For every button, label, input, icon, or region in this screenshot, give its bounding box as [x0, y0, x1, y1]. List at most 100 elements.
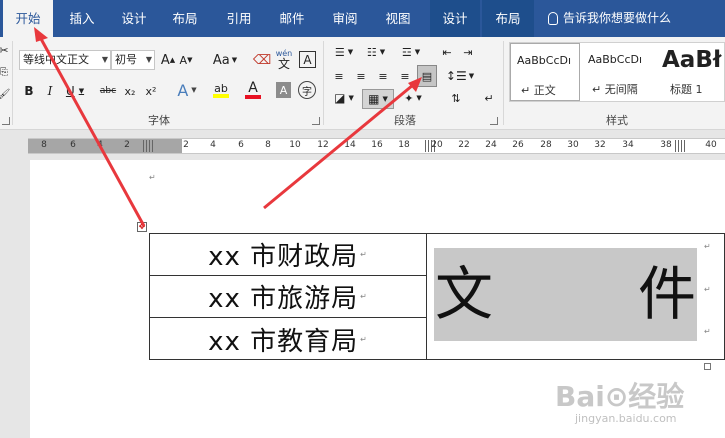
numbered-list-icon: ☷	[366, 45, 377, 59]
format-painter-icon[interactable]: 🖌	[0, 87, 10, 101]
merged-table-cell[interactable]: 文 件	[427, 234, 725, 360]
ruler-number: 24	[485, 140, 497, 150]
ruler-number: 4	[97, 140, 103, 150]
lightbulb-icon	[548, 12, 558, 25]
multilevel-list-button[interactable]: ☲ ▼	[396, 43, 426, 61]
font-eastasian-value: 中文正文	[45, 53, 89, 66]
table-resize-handle[interactable]	[704, 363, 711, 370]
grow-font-label: A	[160, 52, 170, 68]
superscript-label: x²	[145, 84, 157, 98]
ruler-number: 6	[238, 140, 244, 150]
strikethrough-button[interactable]: abc	[98, 81, 118, 101]
align-left-icon[interactable]: ≡	[330, 67, 348, 85]
tab-design[interactable]: 设计	[112, 0, 156, 37]
character-shading-label: A	[279, 83, 288, 97]
show-marks-icon[interactable]: ↵	[480, 89, 498, 107]
ruler-number: 12	[317, 140, 329, 150]
ruler-number: 14	[344, 140, 356, 150]
numbering-button[interactable]: ☷ ▼	[362, 43, 390, 61]
style-sample: AaBbCcDı	[588, 53, 643, 66]
borders-button[interactable]: ▦ ▼	[362, 89, 394, 109]
tab-review[interactable]: 审阅	[323, 0, 367, 37]
tab-layout[interactable]: 布局	[163, 0, 207, 37]
borders-icon: ▦	[368, 92, 380, 106]
bold-button[interactable]: B	[21, 81, 37, 101]
font-launcher-icon[interactable]	[312, 117, 320, 125]
character-border-button[interactable]: A	[299, 51, 316, 68]
tab-insert[interactable]: 插入	[60, 0, 104, 37]
increase-indent-icon[interactable]: ⇥	[459, 43, 477, 61]
table-cell[interactable]: xx 市旅游局 ↵	[150, 276, 427, 318]
decrease-indent-icon[interactable]: ⇤	[438, 43, 456, 61]
ruler-left-margin: 8 6 4 2	[28, 139, 182, 153]
tab-home[interactable]: 开始	[3, 0, 53, 37]
cell-text: 件	[638, 260, 697, 328]
text-effects-label: A	[177, 80, 189, 100]
style-name-text: 正文	[533, 84, 556, 97]
asian-layout-button[interactable]: ✦ ▼	[400, 89, 426, 107]
change-case-button[interactable]: Aa ▼	[210, 50, 240, 70]
shading-button[interactable]: ◪ ▼	[330, 89, 358, 107]
paragraph-group-label: 段落	[394, 114, 416, 127]
paragraph-launcher-icon[interactable]	[490, 117, 498, 125]
line-spacing-button[interactable]: ↕☰ ▼	[446, 67, 474, 85]
style-name: 标题 1	[670, 83, 703, 96]
clear-formatting-icon[interactable]: ⌫	[253, 50, 271, 70]
font-size-combo[interactable]: 初号 ▼	[111, 50, 155, 70]
table-cell[interactable]: xx 市财政局 ↵	[150, 234, 427, 276]
distributed-align-button[interactable]: ▤	[417, 65, 437, 87]
bullets-button[interactable]: ☰ ▼	[330, 43, 358, 61]
tab-table-layout[interactable]: 布局	[482, 0, 534, 37]
superscript-button[interactable]: x²	[142, 81, 160, 101]
character-shading-button[interactable]: A	[276, 82, 291, 98]
text-effects-button[interactable]: A ▼	[174, 79, 200, 101]
table-column-marker[interactable]	[143, 140, 153, 152]
style-sample: AaBbCcDı	[517, 54, 572, 67]
bold-label: B	[24, 84, 34, 98]
highlight-swatch	[213, 93, 229, 98]
document-table[interactable]: xx 市财政局 ↵ xx 市旅游局 ↵ xx 市教育局 ↵ 文 件	[149, 233, 725, 360]
font-color-button[interactable]: A	[240, 79, 266, 101]
ruler-number: 2	[124, 140, 130, 150]
ruler-number: 20	[431, 140, 443, 150]
tab-mailings[interactable]: 邮件	[270, 0, 314, 37]
phonetic-guide-button[interactable]: wén 文	[274, 47, 294, 71]
clipboard-launcher-icon[interactable]	[2, 117, 10, 125]
highlight-color-button[interactable]: ab	[206, 79, 236, 101]
ruler-number: 32	[594, 140, 606, 150]
ruler-number: 18	[398, 140, 410, 150]
horizontal-ruler[interactable]: 8 6 4 2 2 4 6 8 10 12 14 16 18 20 22 24 …	[0, 136, 725, 156]
style-heading-1[interactable]: AaBł 标题 1	[656, 43, 725, 101]
sort-icon[interactable]: ⇅	[447, 89, 465, 107]
row-end-mark: ↵	[704, 242, 711, 251]
table-move-handle-icon[interactable]: ✥	[137, 222, 147, 232]
table-column-marker[interactable]	[675, 140, 685, 152]
italic-button[interactable]: I	[42, 81, 58, 101]
paint-bucket-icon: ◪	[334, 91, 346, 105]
align-center-icon[interactable]: ≡	[352, 67, 370, 85]
align-right-icon[interactable]: ≡	[374, 67, 392, 85]
tab-references[interactable]: 引用	[217, 0, 261, 37]
grow-font-button[interactable]: A ▲	[160, 50, 176, 70]
watermark-url: jingyan.baidu.com	[575, 412, 677, 425]
style-no-spacing[interactable]: AaBbCcDı ↵ 无间隔	[582, 43, 654, 101]
justify-icon[interactable]: ≡	[396, 67, 414, 85]
tell-me-box[interactable]: 告诉我你想要做什么	[548, 0, 671, 37]
style-normal[interactable]: AaBbCcDı ↵ 正文	[510, 43, 580, 101]
underline-button[interactable]: U ▼	[62, 81, 88, 101]
table-cell[interactable]: xx 市教育局 ↵	[150, 318, 427, 360]
cut-icon[interactable]: ✂	[0, 43, 9, 57]
chevron-down-icon: ▼	[145, 55, 152, 64]
enclose-label: 字	[302, 86, 312, 98]
enclose-characters-button[interactable]: 字	[298, 81, 316, 99]
copy-icon[interactable]: ⎘	[0, 65, 8, 79]
ruler-number: 38	[660, 140, 672, 150]
subscript-button[interactable]: x₂	[121, 81, 139, 101]
font-name-combo[interactable]: 等线中文正文 ▼	[19, 50, 111, 70]
underline-label: U	[65, 84, 75, 98]
tab-table-design[interactable]: 设计	[430, 0, 480, 37]
ruler-number: 2	[183, 140, 189, 150]
shrink-font-button[interactable]: A ▼	[178, 50, 194, 70]
tab-view[interactable]: 视图	[376, 0, 420, 37]
ruler-strip: 8 6 4 2 2 4 6 8 10 12 14 16 18 20 22 24 …	[28, 138, 725, 154]
